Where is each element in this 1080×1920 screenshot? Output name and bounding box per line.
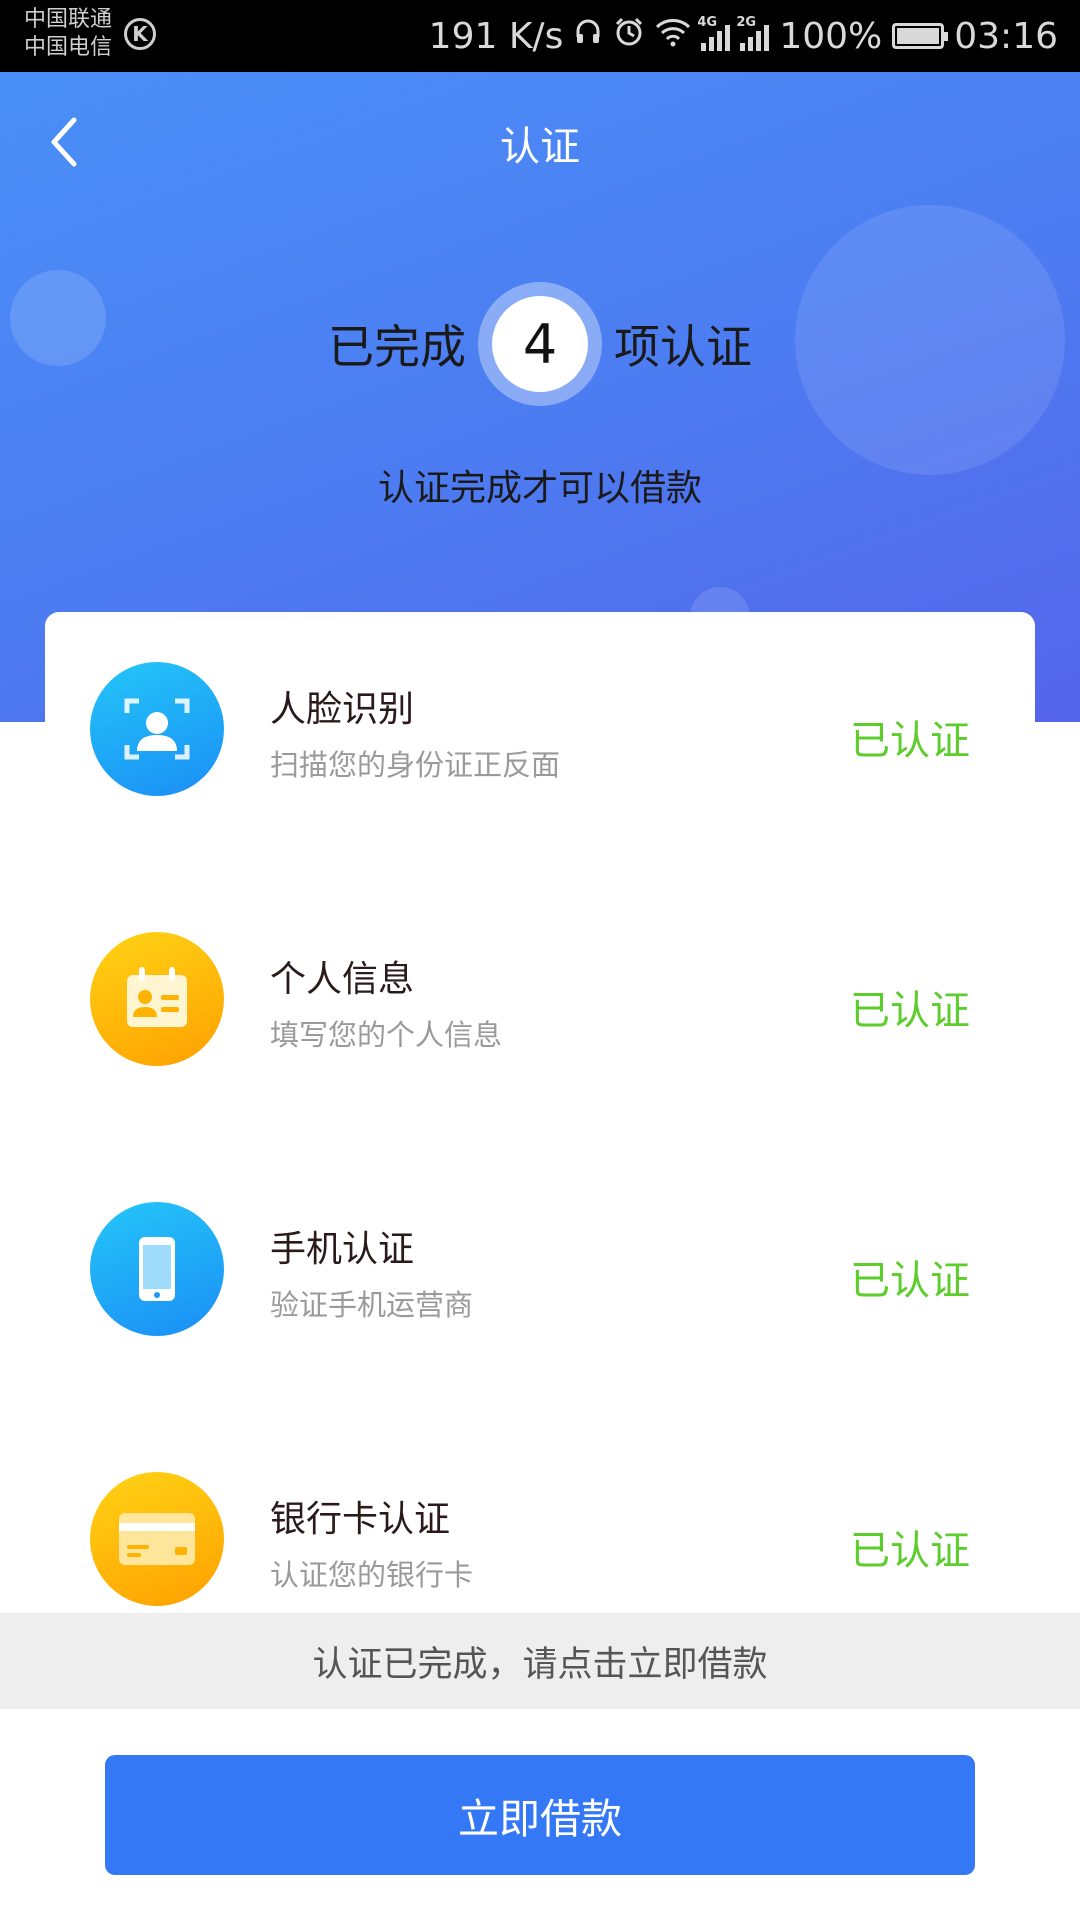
signal-2g-label: 2G	[736, 15, 757, 30]
signal-4g-label: 4G	[697, 15, 718, 30]
item-description: 扫描您的身份证正反面	[270, 748, 561, 782]
verification-card: 人脸识别 扫描您的身份证正反面 已认证 个人信息 填写您的个人信息 已认证 手机…	[45, 612, 1035, 1612]
k-icon: K	[124, 18, 156, 50]
completed-count-badge: 4	[478, 282, 602, 406]
id-card-icon	[90, 932, 224, 1066]
page-title: 认证	[500, 124, 580, 170]
item-title: 银行卡认证	[270, 1499, 451, 1540]
completed-suffix: 项认证	[614, 320, 752, 374]
status-badge: 已认证	[850, 1258, 970, 1304]
signal-4g-icon: 4G	[697, 15, 731, 51]
carrier-labels: 中国联通 中国电信	[24, 6, 112, 62]
status-right: 191 K/s 4G 2G 100% 03:16	[429, 0, 1058, 72]
completed-prefix: 已完成	[328, 320, 466, 374]
signal-2g-icon: 2G	[736, 15, 770, 51]
item-title: 人脸识别	[270, 689, 415, 730]
item-description: 填写您的个人信息	[270, 1018, 503, 1052]
headset-icon	[573, 17, 603, 55]
completion-notice: 认证已完成，请点击立即借款	[0, 1613, 1080, 1709]
completed-count: 4	[492, 296, 588, 392]
item-description: 认证您的银行卡	[270, 1558, 474, 1592]
list-item-bank-card[interactable]: 银行卡认证 认证您的银行卡 已认证	[45, 1422, 1035, 1622]
status-badge: 已认证	[850, 718, 970, 764]
alarm-icon	[613, 16, 645, 56]
header-subtitle: 认证完成才可以借款	[377, 468, 702, 509]
list-item-face[interactable]: 人脸识别 扫描您的身份证正反面 已认证	[45, 612, 1035, 812]
status-badge: 已认证	[850, 988, 970, 1034]
carrier-1: 中国联通	[24, 7, 113, 32]
battery-icon	[892, 23, 949, 49]
face-scan-icon	[90, 662, 224, 796]
item-title: 手机认证	[270, 1229, 415, 1270]
clock: 03:16	[954, 15, 1058, 57]
bank-card-icon	[90, 1472, 224, 1606]
net-speed: 191 K/s	[428, 15, 564, 57]
list-item-personal-info[interactable]: 个人信息 填写您的个人信息 已认证	[45, 882, 1035, 1082]
carrier-2: 中国电信	[24, 35, 113, 60]
item-description: 验证手机运营商	[270, 1288, 474, 1322]
battery-percent: 100%	[779, 15, 883, 57]
status-badge: 已认证	[850, 1528, 970, 1574]
borrow-now-button[interactable]: 立即借款	[105, 1755, 975, 1875]
status-bar: 中国联通 中国电信 K 191 K/s 4G 2G 100% 03:16	[0, 0, 1080, 72]
list-item-phone[interactable]: 手机认证 验证手机运营商 已认证	[45, 1152, 1035, 1352]
item-title: 个人信息	[270, 959, 415, 1000]
wifi-icon	[655, 17, 691, 55]
completion-summary: 已完成 4 项认证	[0, 282, 1080, 406]
phone-icon	[90, 1202, 224, 1336]
